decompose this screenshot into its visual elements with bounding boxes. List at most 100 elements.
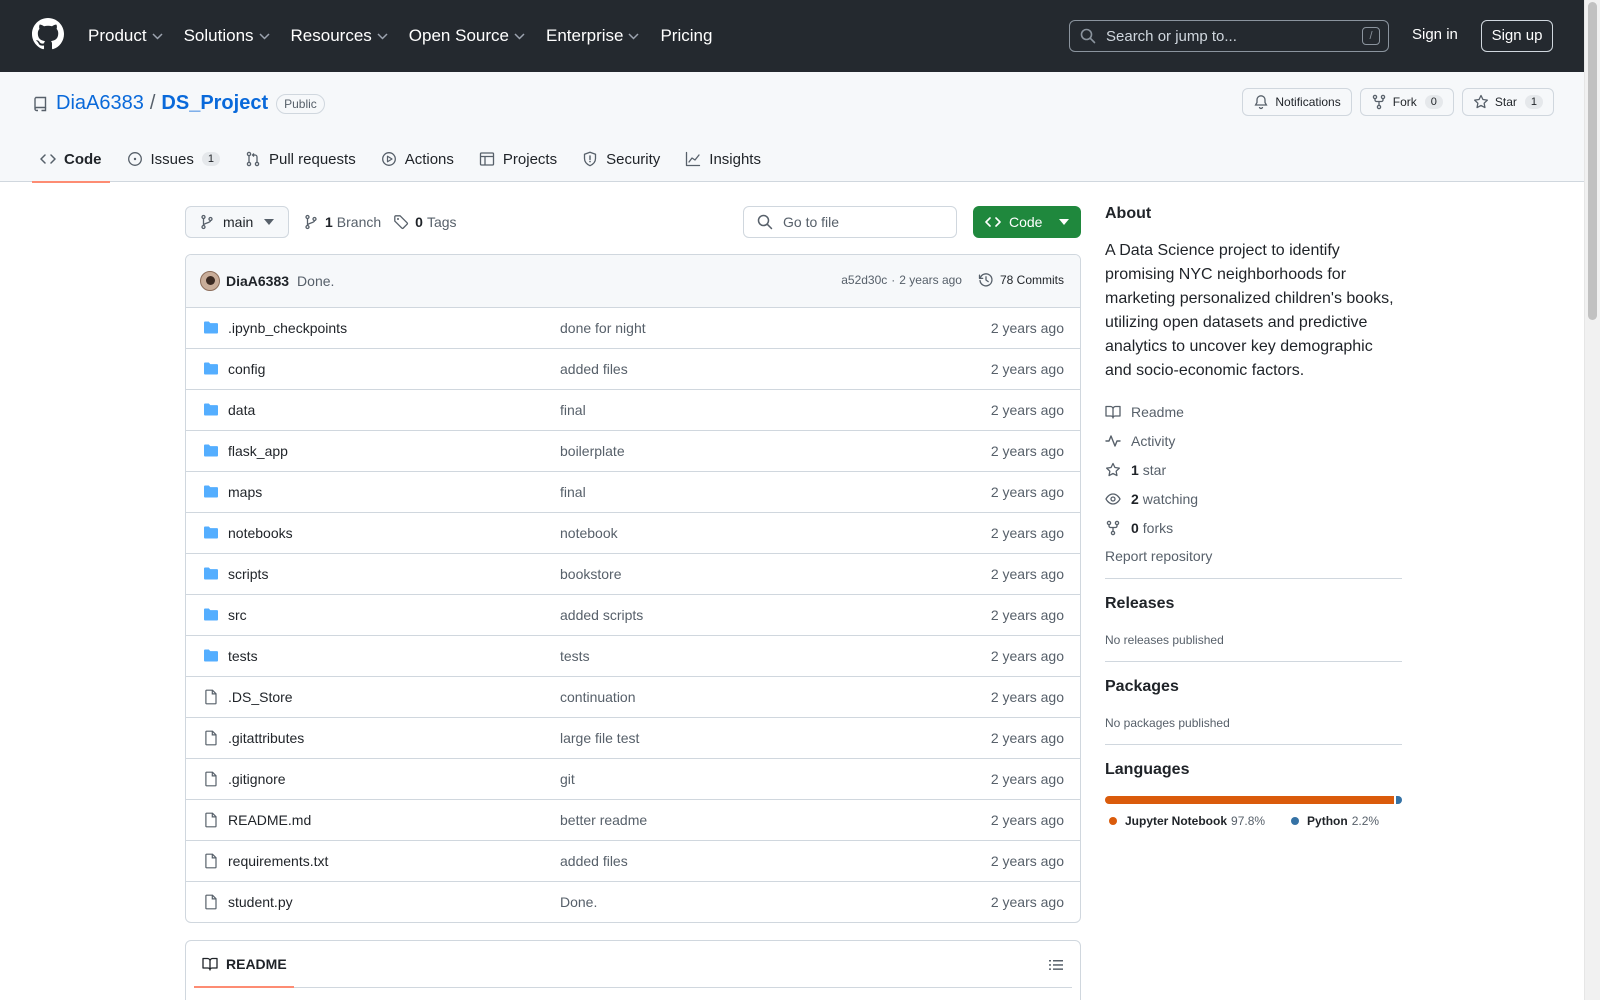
commit-author-link[interactable]: DiaA6383 <box>226 273 289 289</box>
sign-in-link[interactable]: Sign in <box>1412 26 1458 43</box>
star-button[interactable]: Star 1 <box>1461 88 1554 116</box>
file-name-link[interactable]: requirements.txt <box>228 853 328 869</box>
file-name-link[interactable]: .gitattributes <box>228 730 304 746</box>
forks-label: forks <box>1142 519 1174 536</box>
repo-sidebar: About A Data Science project to identify… <box>1105 205 1402 828</box>
nav-item-resources[interactable]: Resources <box>291 26 388 46</box>
nav-item-open-source[interactable]: Open Source <box>409 26 525 46</box>
file-commit-link[interactable]: final <box>560 484 586 500</box>
github-logo-icon[interactable] <box>32 18 64 50</box>
global-header: Product Solutions Resources Open Source Ente… <box>0 0 1600 72</box>
file-name-link[interactable]: flask_app <box>228 443 288 459</box>
global-search-input[interactable]: Search or jump to... / <box>1069 20 1389 52</box>
nav-item-pricing[interactable]: Pricing <box>660 26 712 46</box>
stars-link[interactable]: 1 star <box>1105 455 1402 484</box>
file-commit-link[interactable]: added scripts <box>560 607 643 623</box>
tags-link[interactable]: 0 Tags <box>393 214 457 230</box>
code-dropdown-button[interactable]: Code <box>973 206 1081 238</box>
avatar[interactable] <box>200 271 220 291</box>
file-name-link[interactable]: config <box>228 361 265 377</box>
file-commit-link[interactable]: Done. <box>560 894 597 910</box>
tab-counter: 1 <box>201 152 220 166</box>
file-commit-link[interactable]: notebook <box>560 525 618 541</box>
eye-icon <box>1105 491 1121 507</box>
commit-message-link[interactable]: Done. <box>297 273 334 289</box>
file-commit-link[interactable]: boilerplate <box>560 443 625 459</box>
file-name-link[interactable]: tests <box>228 648 258 664</box>
fork-label: Fork <box>1392 95 1417 109</box>
language-percent: 2.2% <box>1351 814 1380 828</box>
packages-empty-text: No packages published <box>1105 716 1230 730</box>
nav-item-product[interactable]: Product <box>88 26 163 46</box>
nav-item-solutions[interactable]: Solutions <box>184 26 270 46</box>
file-name-link[interactable]: .ipynb_checkpoints <box>228 320 347 336</box>
readme-tab[interactable]: README <box>202 956 287 972</box>
tab-projects[interactable]: Projects <box>471 136 565 182</box>
file-age: 2 years ago <box>990 566 1064 582</box>
file-commit-link[interactable]: large file test <box>560 730 639 746</box>
sign-up-button[interactable]: Sign up <box>1481 20 1553 52</box>
go-to-file-input[interactable]: Go to file <box>743 206 957 238</box>
file-age: 2 years ago <box>990 361 1064 377</box>
nav-item-label: Open Source <box>408 26 509 45</box>
tab-pull-requests[interactable]: Pull requests <box>237 136 364 182</box>
releases-heading[interactable]: Releases <box>1105 595 1402 613</box>
file-commit-link[interactable]: done for night <box>560 320 646 336</box>
file-commit-link[interactable]: added files <box>560 361 628 377</box>
file-commit-link[interactable]: final <box>560 402 586 418</box>
latest-commit-row: DiaA6383 Done. a52d30c · 2 years ago 78 … <box>186 255 1080 308</box>
file-commit-link[interactable]: git <box>560 771 575 787</box>
repo-name-link[interactable]: DS_Project <box>161 92 268 115</box>
file-name-link[interactable]: student.py <box>228 894 293 910</box>
watching-count: 2 <box>1131 490 1139 507</box>
file-name-link[interactable]: .DS_Store <box>228 689 293 705</box>
file-age: 2 years ago <box>990 648 1064 664</box>
branches-link[interactable]: 1 Branch <box>303 214 381 230</box>
file-name-link[interactable]: .gitignore <box>228 771 286 787</box>
language-item[interactable]: Python 2.2% <box>1287 814 1379 828</box>
file-commit-link[interactable]: bookstore <box>560 566 621 582</box>
branch-icon <box>199 214 215 230</box>
scrollbar-thumb[interactable] <box>1588 2 1597 320</box>
branch-count: 1 <box>325 214 333 230</box>
tab-issues[interactable]: Issues 1 <box>119 136 228 182</box>
file-name-link[interactable]: data <box>228 402 255 418</box>
visibility-badge: Public <box>276 93 325 114</box>
readme-link[interactable]: Readme <box>1105 397 1402 426</box>
file-commit-link[interactable]: added files <box>560 853 628 869</box>
fork-button[interactable]: Fork 0 <box>1359 88 1454 116</box>
repo-owner-link[interactable]: DiaA6383 <box>56 92 144 115</box>
page-scrollbar[interactable] <box>1584 0 1600 1000</box>
file-name-link[interactable]: notebooks <box>228 525 293 541</box>
language-item[interactable]: Jupyter Notebook 97.8% <box>1105 814 1265 828</box>
tab-actions[interactable]: Actions <box>373 136 462 182</box>
file-name-link[interactable]: maps <box>228 484 262 500</box>
branch-name: main <box>223 214 254 230</box>
file-commit-link[interactable]: better readme <box>560 812 647 828</box>
tab-insights[interactable]: Insights <box>677 136 769 182</box>
commit-hash-link[interactable]: a52d30c <box>841 273 887 287</box>
commits-history-link[interactable]: 78 Commits <box>978 272 1064 288</box>
outline-list-icon[interactable] <box>1048 957 1064 973</box>
forks-link[interactable]: 0 forks <box>1105 513 1402 542</box>
file-name-link[interactable]: README.md <box>228 812 311 828</box>
tab-code[interactable]: Code <box>32 136 110 183</box>
nav-item-enterprise[interactable]: Enterprise <box>546 26 639 46</box>
branch-selector[interactable]: main <box>185 206 289 238</box>
notifications-button[interactable]: Notifications <box>1242 88 1352 116</box>
tab-label: Actions <box>404 150 454 168</box>
watchers-link[interactable]: 2 watching <box>1105 484 1402 513</box>
report-repository-link[interactable]: Report repository <box>1105 548 1402 564</box>
file-commit-link[interactable]: continuation <box>560 689 636 705</box>
stars-label: star <box>1142 461 1167 478</box>
table-icon <box>479 151 495 167</box>
nav-item-label: Resources <box>290 26 372 45</box>
tab-security[interactable]: Security <box>574 136 668 182</box>
file-name-link[interactable]: scripts <box>228 566 268 582</box>
stars-count: 1 <box>1131 461 1139 478</box>
folder-icon <box>203 361 219 377</box>
activity-link[interactable]: Activity <box>1105 426 1402 455</box>
file-name-link[interactable]: src <box>228 607 247 623</box>
file-commit-link[interactable]: tests <box>560 648 590 664</box>
packages-heading[interactable]: Packages <box>1105 678 1402 696</box>
